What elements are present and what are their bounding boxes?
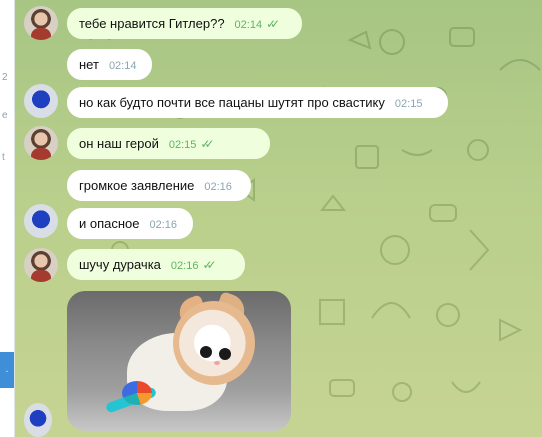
avatar[interactable] bbox=[24, 248, 58, 282]
kitten-head bbox=[173, 301, 255, 385]
kitten-eye bbox=[219, 348, 231, 360]
message-time: 02:16 bbox=[170, 260, 199, 272]
message-bubble[interactable]: шучу дурачка 02:16 ✓✓ bbox=[67, 249, 245, 280]
strip-mark: e bbox=[2, 110, 8, 121]
toy bbox=[122, 381, 152, 405]
active-chat-indicator[interactable]: . bbox=[0, 352, 14, 388]
double-check-icon: ✓✓ bbox=[200, 137, 214, 151]
message-time: 02:15 bbox=[168, 139, 197, 151]
message-bubble[interactable]: нет 02:14 bbox=[67, 49, 152, 80]
message-text: он наш герой bbox=[79, 136, 159, 151]
message-time: 02:14 bbox=[108, 60, 137, 72]
message-bubble[interactable]: он наш герой 02:15 ✓✓ bbox=[67, 128, 270, 159]
message-time: 02:14 bbox=[234, 19, 263, 31]
message-text: и опасное bbox=[79, 216, 140, 231]
message-time: 02:16 bbox=[149, 219, 178, 231]
message-text: нет bbox=[79, 57, 99, 72]
message-bubble[interactable]: и опасное 02:16 bbox=[67, 208, 193, 239]
message-bubble[interactable]: громкое заявление 02:16 bbox=[67, 170, 251, 201]
kitten-nose bbox=[214, 361, 220, 365]
message-time: 02:16 bbox=[204, 181, 232, 193]
message-text: громкое заявление bbox=[79, 178, 195, 193]
chat-list-strip: 2 e t . bbox=[0, 0, 15, 437]
message-bubble[interactable]: но как будто почти все пацаны шутят про … bbox=[67, 87, 448, 118]
avatar[interactable] bbox=[24, 126, 58, 160]
avatar[interactable] bbox=[24, 84, 58, 118]
strip-mark: t bbox=[2, 152, 5, 163]
message-text: тебе нравится Гитлер?? bbox=[79, 16, 225, 31]
strip-mark: 2 bbox=[2, 72, 8, 83]
message-bubble[interactable]: тебе нравится Гитлер?? 02:14 ✓✓ bbox=[67, 8, 302, 39]
double-check-icon: ✓✓ bbox=[266, 17, 280, 31]
kitten-eye bbox=[200, 346, 212, 358]
message-time: 02:15 bbox=[394, 98, 423, 110]
avatar[interactable] bbox=[24, 204, 58, 238]
message-text: но как будто почти все пацаны шутят про … bbox=[79, 95, 385, 110]
avatar[interactable] bbox=[24, 6, 58, 40]
avatar[interactable] bbox=[24, 403, 52, 437]
double-check-icon: ✓✓ bbox=[202, 258, 216, 272]
message-text: шучу дурачка bbox=[79, 257, 161, 272]
kitten-media[interactable] bbox=[67, 291, 291, 431]
